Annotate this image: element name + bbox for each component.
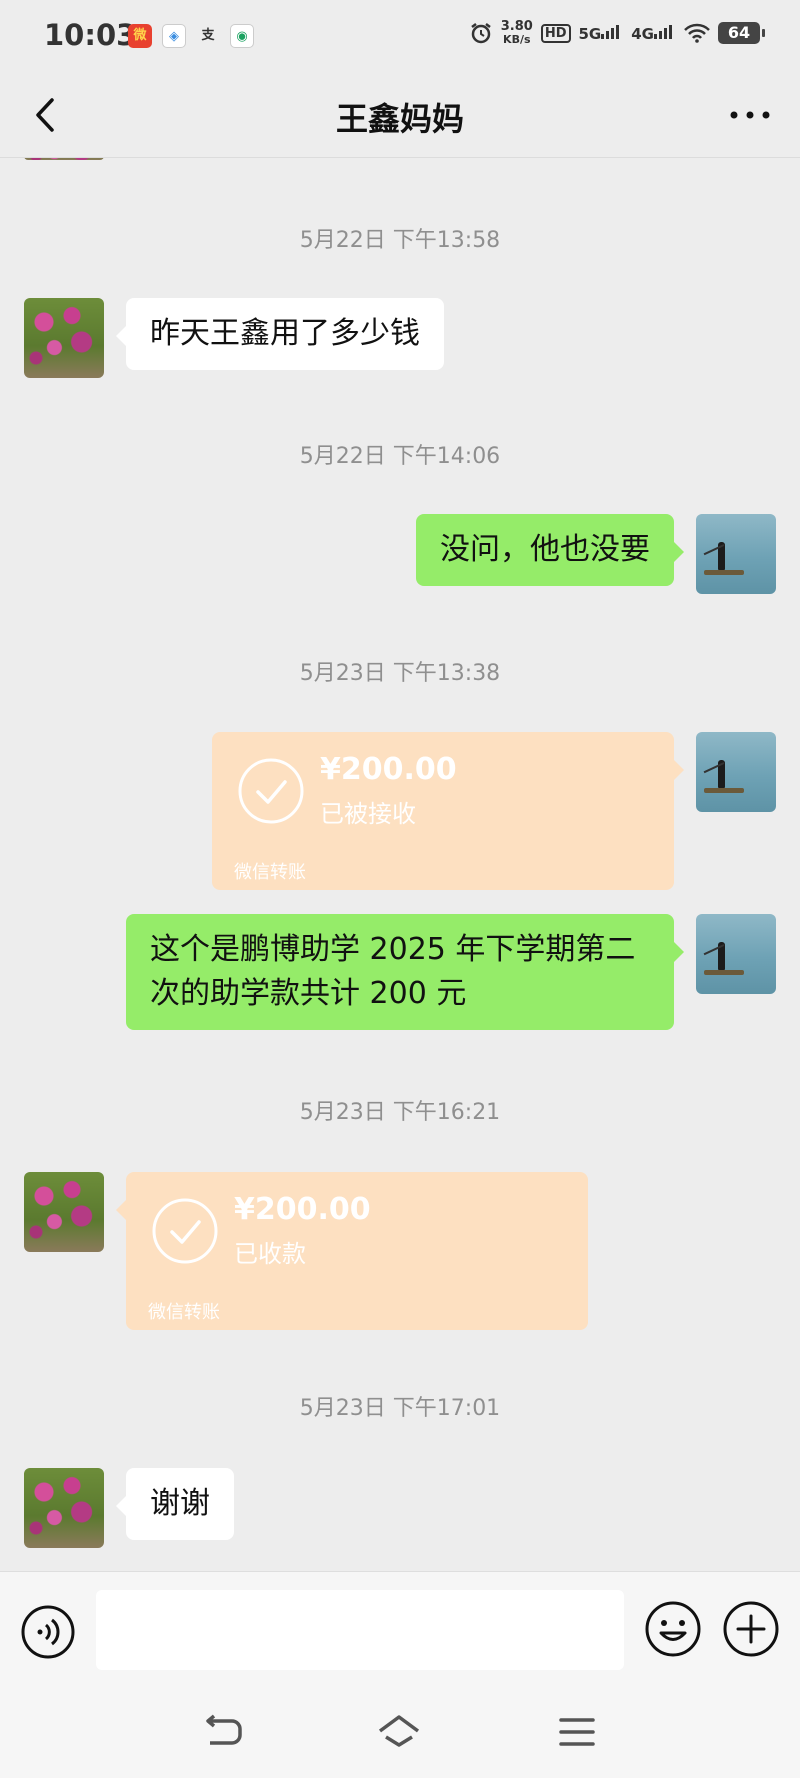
message-bubble-received[interactable]: 昨天王鑫用了多少钱 [116, 298, 444, 370]
system-nav-bar [0, 1689, 800, 1778]
weibo-icon: 微 [128, 24, 152, 48]
net-speed: 3.80 KB/s [500, 19, 533, 46]
voice-input-button[interactable] [20, 1604, 76, 1660]
message-input[interactable] [96, 1590, 624, 1670]
transfer-amount: ¥200.00 [320, 752, 457, 787]
return-icon [206, 1714, 242, 1745]
status-app-icons: 微 ◈ 支 ◉ [128, 24, 254, 48]
timestamp: 5月23日 下午16:21 [299, 1100, 501, 1125]
transfer-card-sent[interactable]: ¥200.00 已被接收 微信转账 [212, 732, 684, 890]
signal-5g: 5G [579, 23, 624, 43]
alarm-icon [471, 23, 491, 44]
signal-bars-icon [601, 25, 620, 39]
more-dots-icon [730, 111, 770, 119]
contact-avatar[interactable] [24, 298, 104, 378]
transfer-status: 已收款 [234, 1240, 306, 1268]
transfer-source: 微信转账 [234, 862, 306, 883]
message-bubble-sent[interactable]: 这个是鹏博助学 2025 年下学期第二次的助学款共计 200 元 [126, 914, 684, 1030]
contact-avatar[interactable] [24, 1172, 104, 1252]
transfer-card-received[interactable]: ¥200.00 已收款 微信转账 [116, 1172, 588, 1330]
status-right: 3.80 KB/s HD 5G 4G 64 [469, 19, 765, 46]
home-icon [378, 1715, 420, 1747]
status-bar: 10:03 微 ◈ 支 ◉ 3.80 KB/s HD 5G 4G 64 [0, 0, 800, 72]
check-circle-icon [152, 1198, 218, 1264]
my-avatar[interactable] [696, 914, 776, 994]
chat-header: 王鑫妈妈 [0, 72, 800, 158]
alipay-icon: 支 [201, 28, 215, 43]
nav-home-button[interactable] [374, 1707, 424, 1757]
contact-avatar[interactable] [24, 1468, 104, 1548]
emoji-icon [645, 1601, 701, 1657]
timestamp: 5月22日 下午13:58 [299, 228, 501, 253]
mobile-icon: ◉ [230, 24, 254, 48]
app-icon: ◈ [162, 24, 186, 48]
menu-icon [559, 1718, 595, 1746]
message-bubble-received[interactable]: 谢谢 [116, 1468, 234, 1540]
timestamp: 5月22日 下午14:06 [299, 444, 501, 469]
message-bubble-sent[interactable]: 没问，他也没要 [416, 514, 684, 586]
battery-indicator: 64 [718, 22, 765, 44]
emoji-button[interactable] [644, 1600, 702, 1658]
signal-bars-icon [654, 25, 672, 39]
timestamp: 5月23日 下午17:01 [299, 1396, 501, 1421]
signal-4g: 4G [631, 23, 676, 43]
timestamp: 5月23日 下午13:38 [299, 661, 501, 686]
more-options-button[interactable] [722, 90, 778, 140]
transfer-source: 微信转账 [148, 1302, 220, 1323]
chat-title: 王鑫妈妈 [335, 100, 464, 138]
check-circle-icon [238, 758, 304, 824]
hd-tag: HD [540, 23, 571, 43]
nav-back-button[interactable] [198, 1707, 248, 1757]
plus-icon [723, 1601, 779, 1657]
transfer-amount: ¥200.00 [234, 1192, 371, 1227]
my-avatar[interactable] [696, 732, 776, 812]
status-time: 10:03 [44, 18, 137, 52]
wifi-icon [684, 23, 710, 43]
more-functions-button[interactable] [722, 1600, 780, 1658]
nav-menu-button[interactable] [552, 1707, 602, 1757]
my-avatar[interactable] [696, 514, 776, 594]
transfer-status: 已被接收 [320, 800, 416, 828]
avatar [24, 158, 104, 160]
input-bar [0, 1571, 800, 1689]
voice-icon [21, 1605, 75, 1659]
chat-area[interactable]: 5月22日 下午13:58 昨天王鑫用了多少钱 5月22日 下午14:06 没问… [0, 158, 800, 1571]
